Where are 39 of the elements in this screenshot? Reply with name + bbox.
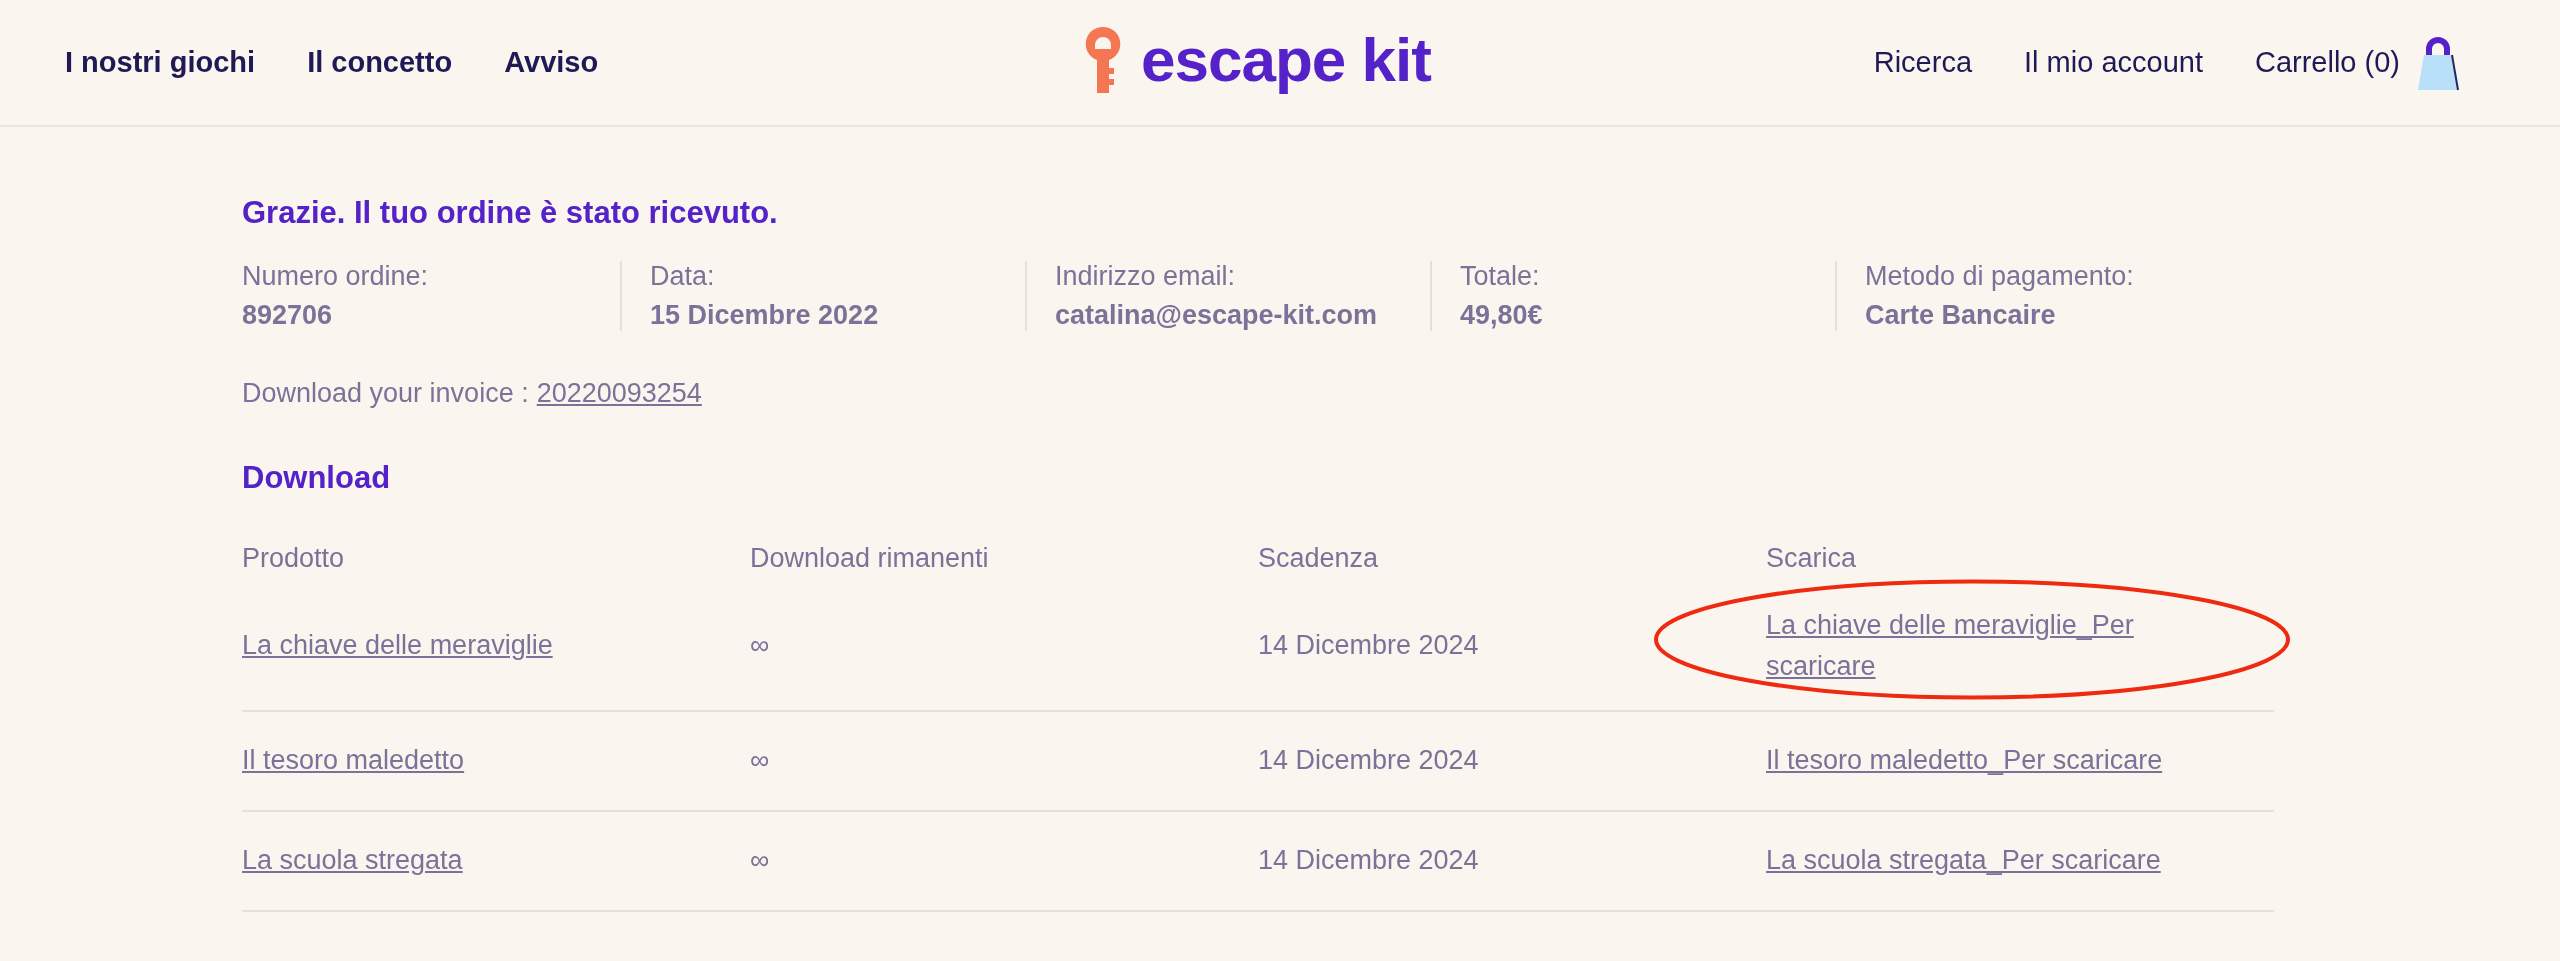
- column-header: Scadenza: [1258, 543, 1380, 574]
- download-link[interactable]: La scuola stregata_Per scaricare: [1766, 840, 2161, 881]
- detail-label: Totale:: [1460, 261, 1541, 292]
- column-header: Prodotto: [242, 543, 346, 574]
- detail-label: Numero ordine:: [242, 261, 430, 292]
- product-link[interactable]: La scuola stregata: [242, 840, 463, 881]
- remaining-count: ∞: [750, 745, 771, 776]
- column-header: Download rimanenti: [750, 543, 990, 574]
- nav-link[interactable]: I nostri giochi: [65, 46, 256, 79]
- column-header: Scarica: [1766, 543, 1858, 574]
- detail-label: Metodo di pagamento:: [1865, 261, 2135, 292]
- nav-link[interactable]: Il mio account: [2024, 46, 2203, 79]
- expiry-date: 14 Dicembre 2024: [1258, 845, 1480, 876]
- invoice-label: Download your invoice :: [242, 378, 529, 409]
- remaining-count: ∞: [750, 630, 771, 661]
- download-link[interactable]: Il tesoro maledetto_Per scaricare: [1766, 740, 2163, 781]
- download-link[interactable]: La chiave delle meraviglie_Per scaricare: [1766, 605, 2246, 686]
- nav-link[interactable]: Avviso: [504, 46, 599, 79]
- detail-value: 892706: [242, 300, 334, 331]
- expiry-date: 14 Dicembre 2024: [1258, 630, 1480, 661]
- key-icon: [1083, 24, 1123, 95]
- nav-link[interactable]: Ricerca: [1873, 46, 1973, 79]
- expiry-date: 14 Dicembre 2024: [1258, 745, 1480, 776]
- invoice-link[interactable]: 20220093254: [536, 373, 702, 414]
- shopping-bag-icon[interactable]: [2416, 34, 2460, 91]
- order-confirmation-title: Grazie. Il tuo ordine è stato ricevuto.: [242, 195, 779, 231]
- detail-value: 49,80€: [1460, 300, 1544, 331]
- detail-value: Carte Bancaire: [1865, 300, 2057, 331]
- detail-value: 15 Dicembre 2022: [650, 300, 880, 331]
- product-link[interactable]: La chiave delle meraviglie: [242, 625, 553, 666]
- logo-text[interactable]: escape kit: [1141, 24, 1431, 95]
- detail-label: Data:: [650, 261, 716, 292]
- cart-link[interactable]: Carrello (0): [2254, 46, 2400, 79]
- detail-value: catalina@escape-kit.com: [1055, 300, 1378, 331]
- nav-link[interactable]: Il concetto: [307, 46, 453, 79]
- section-title: Download: [242, 459, 392, 496]
- product-link[interactable]: Il tesoro maledetto: [242, 740, 465, 781]
- detail-label: Indirizzo email:: [1055, 261, 1237, 292]
- remaining-count: ∞: [750, 845, 771, 876]
